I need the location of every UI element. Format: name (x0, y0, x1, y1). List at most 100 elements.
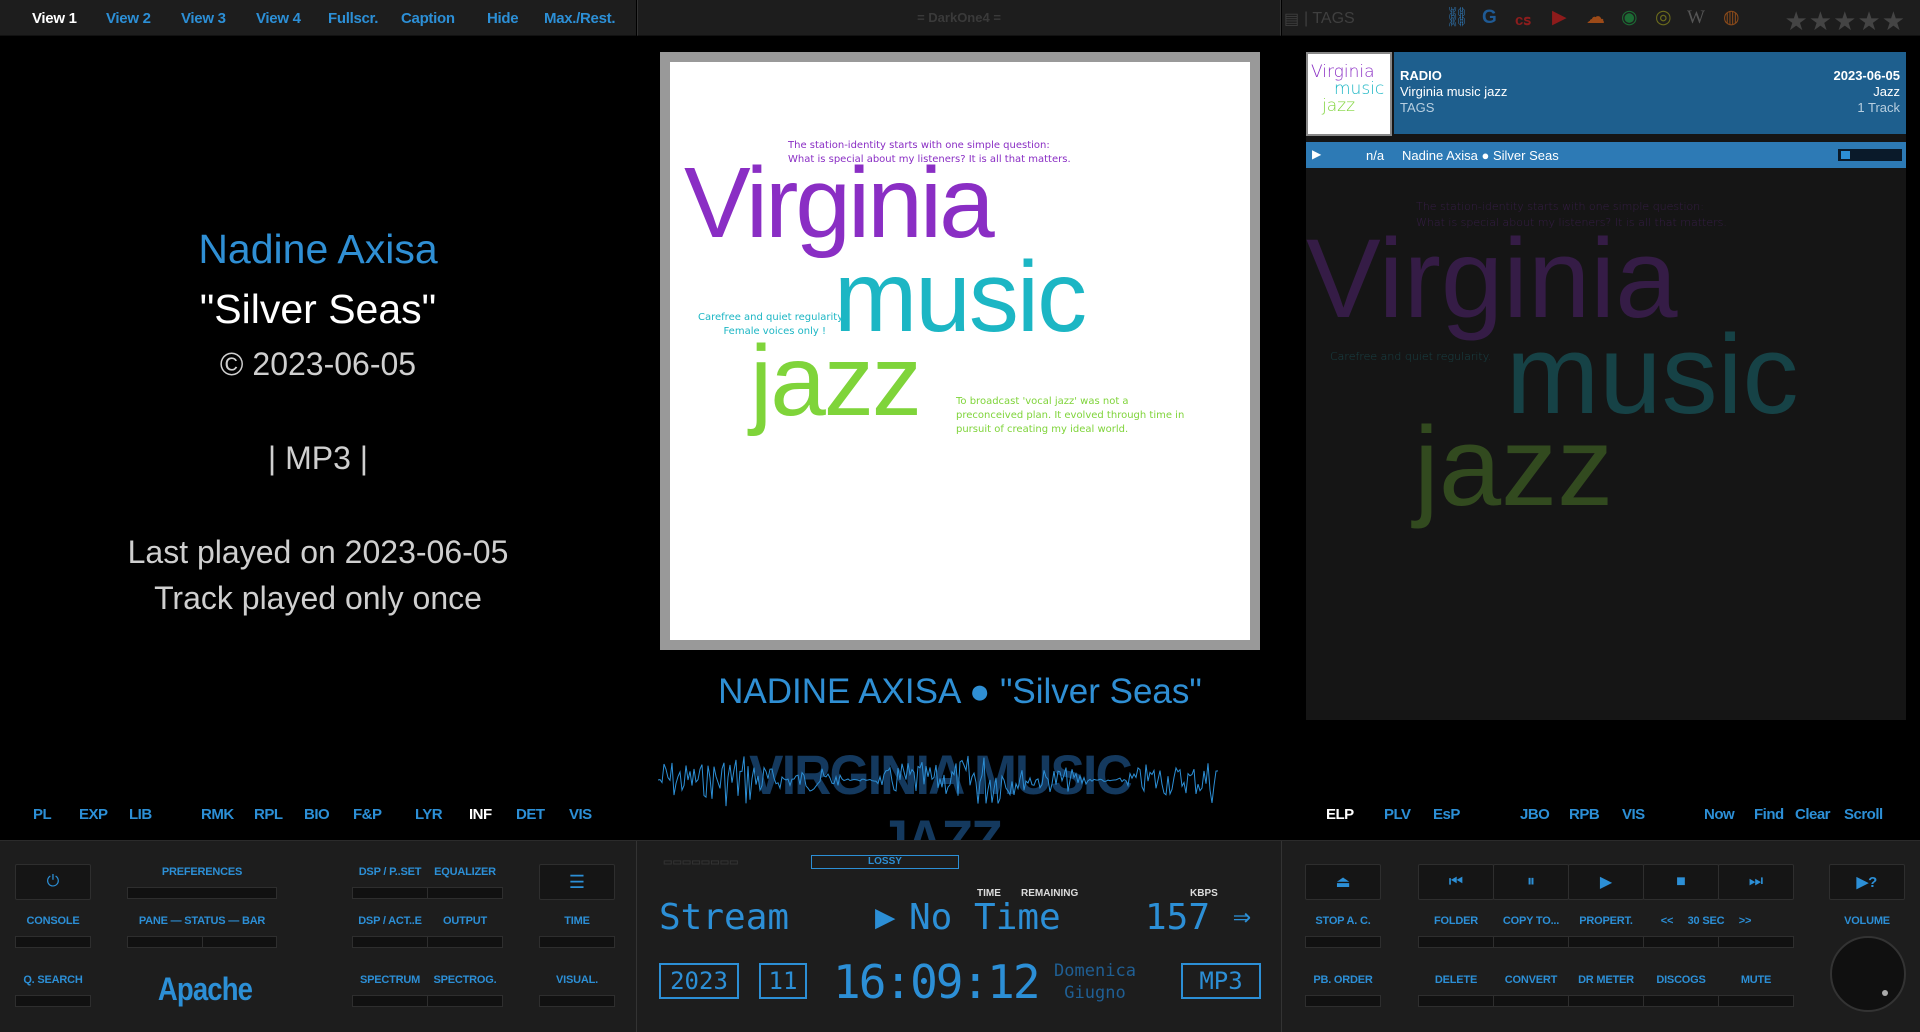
tab-jbo[interactable]: JBO (1520, 806, 1550, 823)
link-icon[interactable]: ⛓ (1445, 7, 1469, 29)
spotify-icon[interactable]: ◉ (1621, 7, 1638, 29)
now-button[interactable]: Now (1704, 806, 1735, 823)
console-button[interactable] (15, 936, 91, 948)
output-label: OUTPUT (442, 915, 488, 927)
scroll-button[interactable]: Scroll (1844, 806, 1883, 823)
time-display: No Time (909, 897, 1061, 938)
tab-f-and-p[interactable]: F&P (353, 806, 382, 823)
output-button[interactable] (427, 936, 503, 948)
album-art-frame[interactable]: The station-identity starts with one sim… (660, 52, 1260, 650)
tab-bio[interactable]: BIO (304, 806, 330, 823)
tab-pl[interactable]: PL (33, 806, 52, 823)
volume-knob[interactable] (1830, 936, 1906, 1012)
stop-after-current-label: STOP A. C. (1315, 915, 1371, 927)
help-button[interactable]: ▶? (1829, 864, 1905, 900)
quick-search-button[interactable] (15, 995, 91, 1007)
rating-stars[interactable]: ★★★★★ (1784, 6, 1906, 37)
playback-order-button[interactable] (1305, 995, 1381, 1007)
playlist-thumbnail[interactable]: Virginia music jazz (1306, 52, 1392, 136)
rewind-30-button[interactable] (1643, 936, 1719, 948)
time-button[interactable] (539, 936, 615, 948)
caption-button[interactable]: Caption (401, 10, 455, 27)
view-3-button[interactable]: View 3 (181, 10, 226, 27)
playlist-row[interactable]: ▶ n/a Nadine Axisa ● Silver Seas (1306, 142, 1906, 168)
tab-inf[interactable]: INF (469, 806, 492, 823)
visual-button[interactable] (539, 995, 615, 1007)
view-1-button[interactable]: View 1 (32, 10, 77, 27)
mute-button[interactable] (1718, 995, 1794, 1007)
fullscreen-button[interactable]: Fullscr. (328, 10, 378, 27)
preferences-button[interactable] (127, 887, 277, 899)
convert-label: CONVERT (1504, 974, 1558, 986)
playlist-name: Virginia music jazz (1400, 84, 1508, 99)
equalizer-button[interactable] (427, 887, 503, 899)
document-icon[interactable]: ▤ (1284, 9, 1299, 31)
stop-button[interactable]: ■ (1643, 864, 1719, 900)
tab-det[interactable]: DET (516, 806, 545, 823)
tab-rpb[interactable]: RPB (1569, 806, 1600, 823)
repeat-arrow-icon[interactable]: ⇒ (1233, 899, 1251, 934)
hide-button[interactable]: Hide (487, 10, 519, 27)
tab-vis[interactable]: VIS (569, 806, 592, 823)
menu-button[interactable]: ☰ (539, 864, 615, 900)
wikipedia-icon[interactable]: W (1687, 7, 1705, 29)
podcast-icon[interactable]: ◍ (1723, 7, 1740, 29)
bg-art-word-jazz: jazz (1414, 404, 1614, 529)
waveform-seekbar[interactable] (658, 740, 1218, 826)
playlist-panel: Virginia music jazz RADIO Virginia music… (1306, 52, 1906, 720)
dr-meter-button[interactable] (1568, 995, 1644, 1007)
tab-lib[interactable]: LIB (129, 806, 152, 823)
tags-label: | TAGS (1304, 10, 1355, 27)
lastfm-icon[interactable]: ᴄꜱ (1515, 10, 1531, 32)
art-note-5: pursuit of creating my ideal world. (956, 424, 1129, 435)
tab-exp[interactable]: EXP (79, 806, 108, 823)
view-4-button[interactable]: View 4 (256, 10, 301, 27)
properties-button[interactable] (1568, 936, 1644, 948)
forward-30-button[interactable] (1718, 936, 1794, 948)
artist-name: Nadine Axisa (198, 226, 438, 272)
art-note-3: To broadcast 'vocal jazz' was not a (956, 396, 1129, 407)
convert-button[interactable] (1493, 995, 1569, 1007)
pane-toggle-button[interactable] (127, 936, 203, 948)
clear-button[interactable]: Clear (1795, 806, 1831, 823)
previous-button[interactable]: ⏮ (1418, 864, 1494, 900)
discogs-icon[interactable]: ◎ (1655, 7, 1672, 29)
soundcloud-icon[interactable]: ☁ (1586, 7, 1605, 29)
forward-30-label: >> (1738, 915, 1752, 927)
spectrum-button[interactable] (352, 995, 428, 1007)
tab-rpl[interactable]: RPL (254, 806, 283, 823)
status-bar-toggle-button[interactable] (202, 936, 277, 948)
tab-plv[interactable]: PLV (1384, 806, 1411, 823)
power-button[interactable]: ⏻ (15, 864, 91, 900)
spectrogram-button[interactable] (427, 995, 503, 1007)
google-icon[interactable]: G (1482, 7, 1497, 29)
tab-rmk[interactable]: RMK (201, 806, 234, 823)
equalizer-label: EQUALIZER (434, 866, 496, 878)
tab-esp[interactable]: EsP (1433, 806, 1460, 823)
delete-button[interactable] (1418, 995, 1494, 1007)
next-button[interactable]: ⏭ (1718, 864, 1794, 900)
playlist-group-header[interactable]: RADIO Virginia music jazz TAGS 2023-06-0… (1394, 52, 1906, 134)
apache-label[interactable]: Apache (158, 971, 253, 1008)
stop-after-current-button[interactable] (1305, 936, 1381, 948)
pause-button[interactable]: ⏸ (1493, 864, 1569, 900)
play-button[interactable]: ▶ (1568, 864, 1644, 900)
discogs-button[interactable] (1643, 995, 1719, 1007)
view-2-button[interactable]: View 2 (106, 10, 151, 27)
copy-to-label: COPY TO... (1502, 915, 1560, 927)
folder-button[interactable] (1418, 936, 1494, 948)
dsp-active-button[interactable] (352, 936, 428, 948)
youtube-icon[interactable]: ▶ (1552, 7, 1567, 29)
max-restore-button[interactable]: Max./Rest. (544, 10, 616, 27)
find-button[interactable]: Find (1754, 806, 1784, 823)
playlist-track-count: 1 Track (1857, 100, 1900, 115)
dsp-preset-button[interactable] (352, 887, 428, 899)
copy-to-button[interactable] (1493, 936, 1569, 948)
volume-knob-indicator (1882, 990, 1888, 996)
next-track-icon: ⏭ (1748, 873, 1764, 890)
tab-elp[interactable]: ELP (1326, 806, 1354, 823)
tab-vis-right[interactable]: VIS (1622, 806, 1645, 823)
eject-button[interactable]: ⏏ (1305, 864, 1381, 900)
tab-lyr[interactable]: LYR (415, 806, 443, 823)
visual-label: VISUAL. (556, 974, 598, 986)
